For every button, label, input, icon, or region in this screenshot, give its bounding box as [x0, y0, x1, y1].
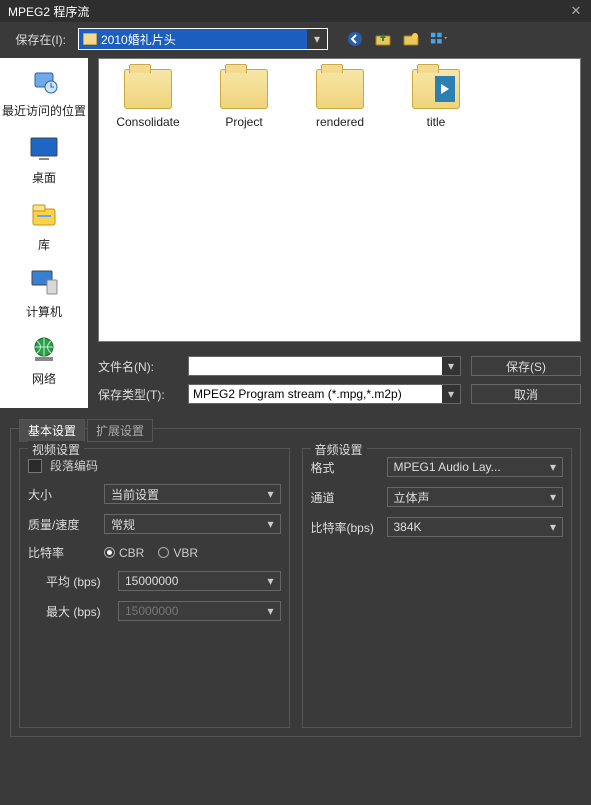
folder-path-text: 2010婚礼片头 — [101, 31, 176, 48]
back-icon[interactable] — [346, 30, 364, 48]
place-network[interactable]: 网络 — [0, 334, 88, 387]
chevron-down-icon[interactable]: ▾ — [442, 385, 460, 403]
folder-icon — [316, 69, 364, 109]
avg-bitrate-select[interactable]: 15000000 ▾ — [118, 571, 281, 591]
chevron-down-icon: ▾ — [546, 520, 560, 534]
chevron-down-icon[interactable]: ▾ — [307, 29, 327, 49]
folder-item[interactable]: Consolidate — [109, 69, 187, 129]
filename-input[interactable]: ▾ — [188, 356, 461, 376]
quality-label: 质量/速度 — [28, 516, 96, 533]
cancel-button[interactable]: 取消 — [471, 384, 581, 404]
folder-icon — [412, 69, 460, 109]
place-label: 计算机 — [26, 303, 62, 320]
cbr-radio[interactable]: CBR — [104, 546, 144, 560]
audio-settings-panel: 音频设置 格式 MPEG1 Audio Lay... ▾ 通道 立体声 ▾ 比特… — [302, 448, 573, 728]
network-icon — [26, 334, 62, 366]
recent-icon — [26, 66, 62, 98]
view-menu-icon[interactable] — [430, 30, 448, 48]
folder-label: rendered — [316, 115, 364, 129]
place-label: 网络 — [32, 370, 56, 387]
chevron-down-icon[interactable]: ▾ — [442, 357, 460, 375]
chevron-down-icon: ▾ — [546, 490, 560, 504]
chevron-down-icon: ▾ — [546, 460, 560, 474]
computer-icon — [26, 267, 62, 299]
place-label: 库 — [38, 236, 50, 253]
channel-select[interactable]: 立体声 ▾ — [387, 487, 564, 507]
folder-item[interactable]: title — [397, 69, 475, 129]
places-sidebar: 最近访问的位置 桌面 库 计算机 网络 — [0, 58, 88, 408]
chevron-down-icon: ▾ — [263, 574, 277, 588]
up-folder-icon[interactable] — [374, 30, 392, 48]
place-desktop[interactable]: 桌面 — [0, 133, 88, 186]
folder-label: Consolidate — [116, 115, 179, 129]
folder-icon — [220, 69, 268, 109]
filetype-label: 保存类型(T): — [98, 386, 178, 403]
segment-encoding-label: 段落编码 — [50, 457, 98, 474]
video-panel-title: 视频设置 — [28, 441, 84, 458]
max-bitrate-value: 15000000 — [125, 604, 178, 618]
bitrate-label: 比特率 — [28, 544, 96, 561]
folder-label: title — [427, 115, 446, 129]
audio-bitrate-label: 比特率(bps) — [311, 519, 379, 536]
max-bitrate-label: 最大 (bps) — [28, 603, 110, 620]
place-recent[interactable]: 最近访问的位置 — [0, 66, 88, 119]
vbr-radio[interactable]: VBR — [158, 546, 198, 560]
chevron-down-icon: ▾ — [263, 604, 277, 618]
video-settings-panel: 视频设置 段落编码 大小 当前设置 ▾ 质量/速度 常规 ▾ 比特率 — [19, 448, 290, 728]
desktop-icon — [26, 133, 62, 165]
chevron-down-icon: ▾ — [263, 487, 277, 501]
radio-dot-icon — [158, 547, 169, 558]
folder-icon — [124, 69, 172, 109]
folder-item[interactable]: rendered — [301, 69, 379, 129]
tab-basic[interactable]: 基本设置 — [19, 419, 85, 442]
size-select[interactable]: 当前设置 ▾ — [104, 484, 281, 504]
format-label: 格式 — [311, 459, 379, 476]
avg-bitrate-value: 15000000 — [125, 574, 178, 588]
folder-label: Project — [225, 115, 262, 129]
chevron-down-icon: ▾ — [263, 517, 277, 531]
max-bitrate-select: 15000000 ▾ — [118, 601, 281, 621]
channel-value: 立体声 — [394, 489, 430, 506]
format-value: MPEG1 Audio Lay... — [394, 460, 501, 474]
channel-label: 通道 — [311, 489, 379, 506]
place-library[interactable]: 库 — [0, 200, 88, 253]
audio-bitrate-value: 384K — [394, 520, 422, 534]
save-button[interactable]: 保存(S) — [471, 356, 581, 376]
folder-item[interactable]: Project — [205, 69, 283, 129]
radio-dot-icon — [104, 547, 115, 558]
segment-encoding-checkbox[interactable] — [28, 459, 42, 473]
filename-value — [189, 357, 442, 375]
folder-icon — [83, 33, 97, 45]
tab-advanced[interactable]: 扩展设置 — [87, 419, 153, 442]
library-icon — [26, 200, 62, 232]
close-icon[interactable]: ✕ — [569, 4, 583, 18]
audio-panel-title: 音频设置 — [311, 441, 367, 458]
folder-path-combo[interactable]: 2010婚礼片头 ▾ — [78, 28, 328, 50]
save-in-label: 保存在(I): — [8, 31, 72, 48]
filetype-value: MPEG2 Program stream (*.mpg,*.m2p) — [189, 385, 442, 403]
folder-view[interactable]: Consolidate Project rendered title — [98, 58, 581, 342]
quality-select[interactable]: 常规 ▾ — [104, 514, 281, 534]
avg-bitrate-label: 平均 (bps) — [28, 573, 110, 590]
place-computer[interactable]: 计算机 — [0, 267, 88, 320]
new-folder-icon[interactable] — [402, 30, 420, 48]
place-label: 最近访问的位置 — [2, 102, 86, 119]
size-label: 大小 — [28, 486, 96, 503]
filetype-select[interactable]: MPEG2 Program stream (*.mpg,*.m2p) ▾ — [188, 384, 461, 404]
size-value: 当前设置 — [111, 486, 159, 503]
audio-bitrate-select[interactable]: 384K ▾ — [387, 517, 564, 537]
quality-value: 常规 — [111, 516, 135, 533]
place-label: 桌面 — [32, 169, 56, 186]
cbr-label: CBR — [119, 546, 144, 560]
format-select[interactable]: MPEG1 Audio Lay... ▾ — [387, 457, 564, 477]
window-title: MPEG2 程序流 — [8, 3, 89, 20]
filename-label: 文件名(N): — [98, 358, 178, 375]
vbr-label: VBR — [173, 546, 198, 560]
